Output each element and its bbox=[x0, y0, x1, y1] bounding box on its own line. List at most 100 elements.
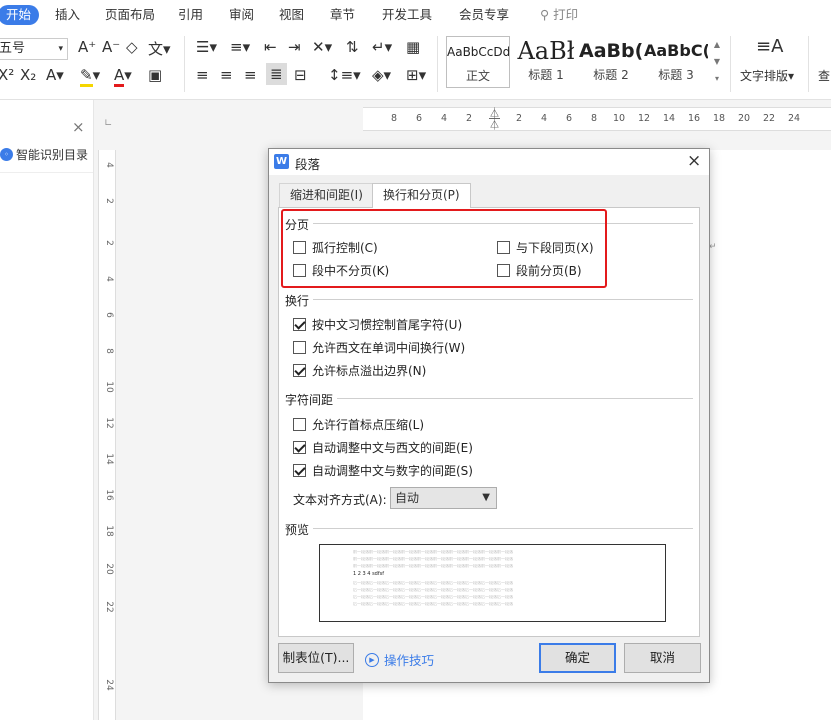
superscript-icon[interactable]: X² bbox=[0, 66, 14, 84]
checkbox-box bbox=[293, 318, 306, 331]
section-title-char-spacing: 字符间距 bbox=[285, 393, 334, 407]
clear-format-icon[interactable]: ◇ bbox=[126, 38, 138, 56]
menu-tab-insert[interactable]: 插入 bbox=[55, 5, 80, 25]
style-heading-1[interactable]: AaBł 标题 1 bbox=[514, 36, 578, 88]
text-layout-icon[interactable]: ≡A bbox=[756, 36, 783, 57]
numbered-list-icon[interactable]: ≡▾ bbox=[230, 38, 250, 56]
search-icon: ⚲ bbox=[540, 7, 554, 22]
find-button[interactable]: 查 bbox=[818, 67, 830, 84]
checkbox-auto-space-latin[interactable]: 自动调整中文与西文的间距(E) bbox=[293, 439, 473, 456]
align-left-icon[interactable]: ≡ bbox=[196, 66, 209, 84]
show-marks-icon[interactable]: ↵▾ bbox=[372, 38, 392, 56]
ruler-tick: 2 bbox=[465, 113, 473, 124]
menu-tab-chapter[interactable]: 章节 bbox=[330, 5, 355, 25]
ruler-tick: 14 bbox=[104, 453, 114, 465]
text-align-value: 自动 bbox=[395, 491, 420, 505]
border-icon[interactable]: ⊞▾ bbox=[406, 66, 426, 84]
style-name: 标题 1 bbox=[528, 68, 564, 82]
shading-icon[interactable]: ◈▾ bbox=[372, 66, 391, 84]
text-align-select[interactable]: 自动 ▼ bbox=[390, 487, 497, 509]
checkbox-label: 自动调整中文与西文的间距(E) bbox=[312, 441, 473, 455]
menu-search[interactable]: ⚲ 打印 bbox=[540, 5, 578, 25]
ruler-tick: 20 bbox=[104, 563, 114, 575]
ruler-tick: 22 bbox=[762, 113, 776, 124]
tab-line-page-breaks[interactable]: 换行和分页(P) bbox=[372, 183, 471, 208]
indent-marker-icon[interactable]: ⏅ ⏄ bbox=[489, 108, 500, 130]
menu-tab-view[interactable]: 视图 bbox=[279, 5, 304, 25]
navigation-pane: × ◦ 智能识别目录 bbox=[0, 100, 94, 720]
checkbox-label: 自动调整中文与数字的间距(S) bbox=[312, 464, 473, 478]
smart-toc-button[interactable]: ◦ 智能识别目录 bbox=[0, 146, 88, 163]
close-icon[interactable]: × bbox=[72, 118, 85, 136]
paragraph-dialog: W 段落 × 缩进和间距(I) 换行和分页(P) 分页 孤行控制(C) 与下段同… bbox=[268, 148, 710, 683]
divider bbox=[808, 36, 809, 92]
phonetic-icon[interactable]: 文▾ bbox=[148, 38, 171, 59]
checkbox-box bbox=[293, 464, 306, 477]
bullet-list-icon[interactable]: ☰▾ bbox=[196, 38, 217, 56]
checkbox-box bbox=[293, 341, 306, 354]
menu-tab-member[interactable]: 会员专享 bbox=[459, 5, 509, 25]
text-effect-icon[interactable]: A▾ bbox=[46, 66, 64, 84]
checkbox-compress-punctuation[interactable]: 允许行首标点压缩(L) bbox=[293, 416, 424, 433]
ruler-tick: 8 bbox=[104, 348, 114, 354]
ruler-tick: 6 bbox=[565, 113, 573, 124]
ruler-tick: 24 bbox=[787, 113, 801, 124]
horizontal-ruler: 8 6 4 2 ⏅ ⏄ 2 4 6 8 10 12 14 16 18 20 22 … bbox=[363, 107, 831, 131]
tabs-button[interactable]: 制表位(T)... bbox=[278, 643, 354, 673]
ruler-tick: 14 bbox=[662, 113, 676, 124]
close-icon[interactable]: × bbox=[687, 151, 701, 171]
menu-tab-references[interactable]: 引用 bbox=[178, 5, 203, 25]
ruler-tick: 16 bbox=[687, 113, 701, 124]
preview-box: 前一段落前一段落前一段落前一段落前一段落前一段落前一段落前一段落前一段落前一段落… bbox=[319, 544, 666, 622]
menu-tab-home[interactable]: 开始 bbox=[0, 5, 40, 25]
menu-tab-page-layout[interactable]: 页面布局 bbox=[105, 5, 155, 25]
preview-prev-line: 前一段落前一段落前一段落前一段落前一段落前一段落前一段落前一段落前一段落前一段落 bbox=[353, 564, 513, 568]
shrink-font-icon[interactable]: A⁻ bbox=[102, 38, 120, 56]
font-size-select[interactable]: 五号 ▾ bbox=[0, 38, 68, 60]
chinese-layout-icon[interactable]: ✕▾ bbox=[312, 38, 332, 56]
align-center-icon[interactable]: ≡ bbox=[220, 66, 233, 84]
highlight-icon[interactable]: ✎▾ bbox=[80, 66, 100, 87]
checkbox-hanging-punctuation[interactable]: 允许标点溢出边界(N) bbox=[293, 362, 426, 379]
ruler-tick: 12 bbox=[637, 113, 651, 124]
menu-tab-review[interactable]: 审阅 bbox=[229, 5, 254, 25]
menu-tab-developer[interactable]: 开发工具 bbox=[382, 5, 432, 25]
section-title-preview: 预览 bbox=[285, 523, 310, 537]
char-border-icon[interactable]: ▣ bbox=[148, 66, 162, 84]
ok-button[interactable]: 确定 bbox=[539, 643, 616, 673]
dialog-titlebar[interactable]: W 段落 × bbox=[269, 149, 709, 175]
align-right-icon[interactable]: ≡ bbox=[244, 66, 257, 84]
cancel-button[interactable]: 取消 bbox=[624, 643, 701, 673]
grow-font-icon[interactable]: A⁺ bbox=[78, 38, 96, 56]
style-heading-2[interactable]: AaBb( 标题 2 bbox=[579, 36, 643, 88]
distribute-icon[interactable]: ⊟ bbox=[294, 66, 307, 84]
tips-link[interactable]: ▶ 操作技巧 bbox=[365, 650, 434, 669]
ruler-tick: 20 bbox=[737, 113, 751, 124]
line-spacing-icon[interactable]: ↕≡▾ bbox=[328, 66, 361, 84]
ruler-tick: 18 bbox=[712, 113, 726, 124]
text-layout-button[interactable]: 文字排版▾ bbox=[740, 67, 794, 84]
style-heading-3[interactable]: AaBbC( 标题 3 bbox=[644, 36, 708, 88]
decrease-indent-icon[interactable]: ⇤ bbox=[264, 38, 277, 56]
checkbox-cjk-rules[interactable]: 按中文习惯控制首尾字符(U) bbox=[293, 316, 462, 333]
subscript-icon[interactable]: X₂ bbox=[20, 66, 36, 84]
toc-list bbox=[0, 172, 93, 720]
preview-next-line: 后一段落后一段落后一段落后一段落后一段落后一段落后一段落后一段落后一段落后一段落 bbox=[353, 602, 513, 606]
increase-indent-icon[interactable]: ⇥ bbox=[288, 38, 301, 56]
style-name: 标题 3 bbox=[658, 68, 694, 82]
checkbox-word-wrap[interactable]: 允许西文在单词中间换行(W) bbox=[293, 339, 465, 356]
tips-label: 操作技巧 bbox=[384, 653, 435, 668]
font-color-icon[interactable]: A▾ bbox=[114, 66, 132, 87]
tab-indent-spacing[interactable]: 缩进和间距(I) bbox=[279, 183, 374, 207]
divider bbox=[313, 528, 693, 529]
table-icon[interactable]: ▦ bbox=[406, 38, 420, 56]
divider bbox=[437, 36, 438, 92]
smart-toc-label: 智能识别目录 bbox=[16, 148, 89, 162]
checkbox-auto-space-digit[interactable]: 自动调整中文与数字的间距(S) bbox=[293, 462, 473, 479]
sort-icon[interactable]: ⇅ bbox=[346, 38, 359, 56]
style-normal[interactable]: AaBbCcDd 正文 bbox=[446, 36, 510, 88]
style-gallery-scroll[interactable]: ▲ ▼ ▾ bbox=[710, 36, 724, 88]
chevron-down-icon: ▾ bbox=[58, 44, 63, 54]
justify-icon[interactable]: ≣ bbox=[266, 63, 287, 85]
ruler-tick: 6 bbox=[415, 113, 423, 124]
